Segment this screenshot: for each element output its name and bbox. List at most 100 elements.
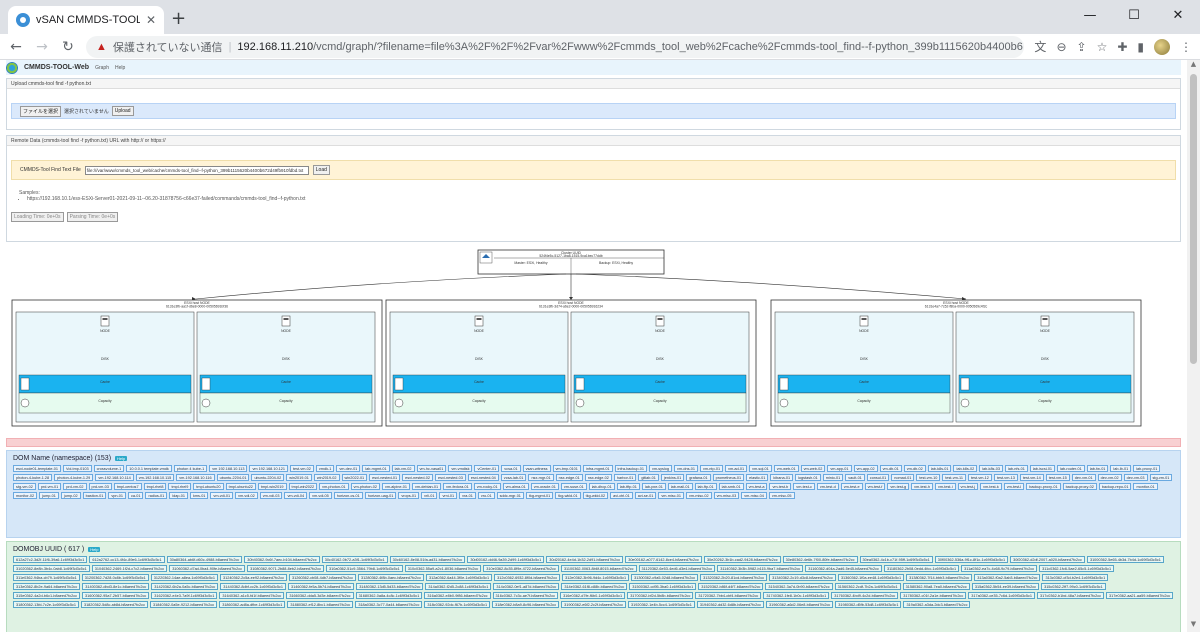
dom-name-chip[interactable]: esxi-nested-02 <box>402 474 433 481</box>
dom-name-chip[interactable]: consul-01 <box>866 474 890 481</box>
domobj-chip[interactable]: 31560362-2cdf-7b2a-1c69f3d3c5c1 <box>834 583 901 590</box>
dom-name-chip[interactable]: vrops-01 <box>398 492 420 499</box>
dom-name-chip[interactable]: vcsa-lab-01 <box>500 474 527 481</box>
domobj-chip[interactable]: 30e00162-a077-6142-8ce4-b8aeed7fc2cc <box>625 556 702 563</box>
dom-name-chip[interactable]: vm-debian-01 <box>411 483 442 490</box>
dom-name-chip[interactable]: vm 192.168.10.113 <box>209 465 248 472</box>
domobj-chip[interactable]: 31820362-5d8c-ab8d-b8aeed7fc2cc <box>80 601 148 608</box>
app-logo-icon[interactable] <box>6 61 18 74</box>
dom-name-chip[interactable]: vault-01 <box>845 474 865 481</box>
domobj-chip[interactable]: 312c0362-6932-8f0d-b8aeed7fc2cc <box>494 574 561 581</box>
dom-name-chip[interactable]: vm-test-a <box>745 483 768 490</box>
dom-name-chip[interactable]: lab-tftp-01 <box>616 483 640 490</box>
domobj-chip[interactable]: 313a0362-f0a2-5ab3-b8aeed7fc2cc <box>974 574 1041 581</box>
domobj-chip[interactable]: 30a80364-ab6f-d60c-4988-b8aeed7fc2cc <box>166 556 243 563</box>
new-tab-icon[interactable]: + <box>171 8 186 29</box>
domobj-chip[interactable]: 31440362-8dbf-cc2b-1c69f3d3c5c1 <box>220 583 287 590</box>
dom-name-chip[interactable]: tkg-mgmt-01 <box>525 492 554 499</box>
domobj-chip[interactable]: 31160362-d04a-2ad6-5e45-b8aeed7fc2cc <box>805 565 882 572</box>
domobj-chip[interactable]: 31640362-a1c5-fd1f-b8aeed7fc2cc <box>219 592 285 599</box>
dom-name-chip[interactable]: lab-pxe-01 <box>641 483 666 490</box>
domobj-chip[interactable]: 30d20162-4e4d-1b32-2d91-b8aeed7fc2cc <box>546 556 624 563</box>
domobj-chip[interactable]: 31000362-5e65-4b3d-7b4d-1c69f3d3c5c1 <box>1086 556 1164 563</box>
dom-name-chip[interactable]: lab-nfs-01 <box>1004 465 1028 472</box>
dom-name-chip[interactable]: vm-vdi-01 <box>210 492 234 499</box>
bookmark-star-icon[interactable]: ☆ <box>1097 40 1108 54</box>
domobj-chip[interactable]: 31400362-dbd3-8e1c-b8aeed7fc2cc <box>82 583 150 590</box>
dom-name-chip[interactable]: photon 4 kube-1 <box>173 465 208 472</box>
dom-name-chip[interactable]: tmpl-centos7 <box>113 483 142 490</box>
dom-name-chip[interactable]: test-vm-15 <box>1045 474 1070 481</box>
dom-name-chip[interactable]: dev-vm-03 <box>1123 474 1148 481</box>
dom-name-chip[interactable]: avi-se-01 <box>634 492 657 499</box>
dom-name-chip[interactable]: lab-k8s-03 <box>979 465 1003 472</box>
domobj-chip[interactable]: 30b40362-9c6f-7aec-b104-b8aeed7fc2cc <box>244 556 320 563</box>
domobj-chip[interactable]: 31100362-0063-8b6f-8015-b8aeed7fc2cc <box>560 565 637 572</box>
dom-name-chip[interactable]: vm-tmp-0101 <box>552 465 581 472</box>
dom-name-chip[interactable]: tmpl-ubuntu20 <box>193 483 224 490</box>
dom-name-chip[interactable]: esxi-node01-template-01 <box>13 465 62 472</box>
dom-name-chip[interactable]: backup-proxy-01 <box>1026 483 1061 490</box>
domobj-chip[interactable]: 318e0362-b8a9-8c96-b8aeed7fc2cc <box>492 601 560 608</box>
warning-icon[interactable]: ▲ <box>96 41 107 53</box>
dom-name-chip[interactable]: kms-01 <box>189 492 209 499</box>
dom-name-chip[interactable]: ca-01 <box>127 492 144 499</box>
dom-name-chip[interactable]: vm-192.168.10.114 <box>95 474 134 481</box>
dom-name-chip[interactable]: lab-mgmt-01 <box>362 465 390 472</box>
maximize-icon[interactable]: ☐ <box>1112 0 1156 30</box>
dom-name-chip[interactable]: prometheus-01 <box>712 474 745 481</box>
dom-name-chip[interactable]: vmdk-1 <box>315 465 335 472</box>
domobj-chip[interactable]: 311a0362-ea7c-4c68-9c79-b8aeed7fc2cc <box>961 565 1038 572</box>
dom-name-chip[interactable]: ubuntu-2204-02 <box>251 474 285 481</box>
domobj-chip[interactable]: 314e0362-61f8-c88b-b8aeed7fc2cc <box>561 583 628 590</box>
sidepanel-icon[interactable]: ▮ <box>1137 40 1144 54</box>
domobj-chip[interactable]: 612a2762-cc13-4f4c-89e6-1c69f3d3c5c1 <box>89 556 165 563</box>
profile-avatar[interactable] <box>1154 38 1170 55</box>
host-group[interactable]: ESXi host NODE6131e3fb-3d74-a6e2-0000-00… <box>385 299 757 427</box>
dom-name-chip[interactable]: nsx-mgr-01 <box>528 474 554 481</box>
dom-name-chip[interactable]: vm-dev-01 <box>336 465 361 472</box>
dom-name-chip[interactable]: vm-web-01 <box>773 465 799 472</box>
dom-name-chip[interactable]: vm-dns-01 <box>674 465 698 472</box>
minimize-icon[interactable]: — <box>1068 0 1112 30</box>
dom-name-chip[interactable]: avi-ctrl-01 <box>610 492 633 499</box>
dom-name-chip[interactable]: vm-app-02 <box>853 465 878 472</box>
scroll-down-icon[interactable]: ▼ <box>1187 620 1200 632</box>
domobj-chip[interactable]: 31360362-1f0a-ee48-1c69f3d3c5c1 <box>837 574 905 581</box>
dom-name-chip[interactable]: vm-vdi-05 <box>309 492 332 499</box>
dom-name-chip[interactable]: monitor-02 <box>13 492 38 499</box>
dom-name-chip[interactable]: vm-photon-02 <box>350 483 380 490</box>
nav-help-link[interactable]: Help <box>115 65 125 71</box>
dom-name-chip[interactable]: vm-oracle-01 <box>530 483 559 490</box>
dom-name-chip[interactable]: kibana-01 <box>770 474 794 481</box>
domobj-chip[interactable]: 310e0362-8c35-8f9e-4722-b8aeed7fc2cc <box>483 565 559 572</box>
dom-name-chip[interactable]: vm-test-b <box>769 483 792 490</box>
dom-name-chip[interactable]: photon-4-kube-1.28 <box>13 474 53 481</box>
remote-url-input[interactable]: file:///var/www/cmmds_tool_web/cache/cmm… <box>84 165 309 175</box>
domobj-chip[interactable]: 31620362-e4e3-7a9f-1c69f3d3c5c1 <box>151 592 218 599</box>
dom-name-chip[interactable]: infra-mgmt-01 <box>582 465 613 472</box>
dom-name-chip[interactable]: lab-mail-01 <box>667 483 693 490</box>
dom-name-chip[interactable]: vm-vdi-03 <box>259 492 283 499</box>
dom-name-chip[interactable]: vsan-witness <box>522 465 551 472</box>
dom-name-chip[interactable]: esxi-nested-01 <box>369 474 401 481</box>
dom-name-chip[interactable]: backup-proxy-02 <box>1062 483 1097 490</box>
dom-name-chip[interactable]: lab-k8s-02 <box>953 465 978 472</box>
dom-name-chip[interactable]: vCenter-01 <box>474 465 500 472</box>
domobj-chip[interactable]: 315a0362-5b54-ee39-b8aeed7fc2cc <box>971 583 1040 590</box>
domobj-chip[interactable]: 31940362-dd32-6d8b-b8aeed7fc2cc <box>696 601 765 608</box>
dom-name-chip[interactable]: test-vm-10 <box>916 474 941 481</box>
dom-name-chip[interactable]: vm-misc-01 <box>658 492 684 499</box>
dom-name-chip[interactable]: lab-router-01 <box>1057 465 1085 472</box>
domobj-chip[interactable]: 31120362-6e53-4ed6-d3e4-b8aeed7fc2cc <box>638 565 716 572</box>
dom-name-help-badge[interactable]: Help <box>115 456 128 461</box>
dom-name-chip[interactable]: vm-misc-02 <box>686 492 712 499</box>
dom-name-chip[interactable]: prd-vm-03 <box>88 483 112 490</box>
dom-name-chip[interactable]: vm-test-d <box>816 483 839 490</box>
dom-name-chip[interactable]: vm-test-e <box>840 483 863 490</box>
dom-name-chip[interactable]: tmpl-rhel9 <box>168 483 192 490</box>
dom-name-chip[interactable]: win2019-02 <box>313 474 340 481</box>
domobj-chip[interactable]: 31860362-ad8a-dfbe-1c69f3d3c5c1 <box>219 601 286 608</box>
domobj-chip[interactable]: 30c60162-8e08-51fa-ad31-b8aeed7fc2cc <box>389 556 466 563</box>
dom-name-chip[interactable]: vm-test-f <box>864 483 886 490</box>
